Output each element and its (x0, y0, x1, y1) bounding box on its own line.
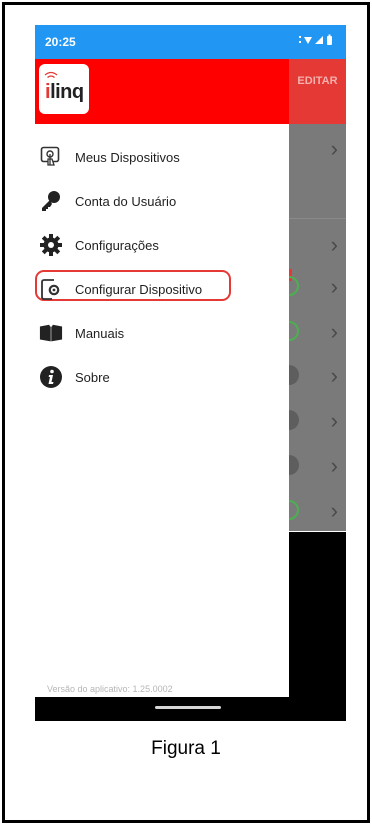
home-gesture-handle[interactable] (155, 706, 221, 709)
menu-item-sobre[interactable]: Sobre (35, 355, 289, 399)
menu-item-configuracoes[interactable]: Configurações (35, 223, 289, 267)
background-header (289, 59, 346, 124)
gear-icon (39, 233, 63, 257)
menu-label: Configurar Dispositivo (75, 281, 203, 297)
status-time: 20:25 (45, 35, 76, 49)
device-settings-icon (39, 277, 63, 301)
wifi-icon (44, 71, 58, 79)
menu-label: Meus Dispositivos (75, 149, 180, 165)
chevron-right-icon: › (330, 453, 338, 478)
menu-item-manuais[interactable]: Manuais (35, 311, 289, 355)
chevron-right-icon: › (330, 136, 338, 161)
figure-caption: Figura 1 (151, 738, 221, 759)
edit-button[interactable]: EDITAR (289, 75, 346, 87)
divider (289, 218, 346, 219)
system-nav-bar (35, 697, 346, 721)
menu-label: Manuais (75, 325, 125, 341)
menu-item-conta-do-usuario[interactable]: Conta do Usuário (35, 179, 289, 223)
app-logo: ilinq (39, 64, 89, 114)
book-icon (39, 321, 63, 345)
phone-screen: EDITAR › › › › › › › › 20:25 ilinq Meus … (35, 25, 346, 721)
background-list: › › › › › › › › (279, 124, 346, 531)
app-version: Versão do aplicativo: 1.25.0002 (47, 684, 173, 694)
menu-label: Sobre (75, 369, 110, 385)
status-icons (298, 34, 334, 49)
menu-item-meus-dispositivos[interactable]: Meus Dispositivos (35, 135, 289, 179)
signal-battery-icon (299, 34, 332, 45)
logo-text: ilinq (45, 81, 84, 103)
chevron-right-icon: › (330, 274, 338, 299)
chevron-right-icon: › (330, 408, 338, 433)
key-icon (39, 189, 63, 213)
navigation-drawer: ilinq Meus Dispositivos Conta do Usuário… (35, 59, 289, 697)
chevron-right-icon: › (330, 498, 338, 523)
menu-label: Configurações (75, 237, 159, 253)
background-app: EDITAR › › › › › › › › (279, 25, 346, 721)
chevron-right-icon: › (330, 363, 338, 388)
info-icon (39, 365, 63, 389)
menu-label: Conta do Usuário (75, 193, 177, 209)
status-bar: 20:25 (35, 25, 346, 59)
menu-item-configurar-dispositivo[interactable]: Configurar Dispositivo (35, 267, 289, 311)
chevron-right-icon: › (330, 232, 338, 257)
divider (289, 531, 346, 532)
chevron-right-icon: › (330, 319, 338, 344)
drawer-menu: Meus Dispositivos Conta do Usuário Confi… (35, 135, 289, 399)
touch-device-icon (39, 145, 63, 169)
drawer-header: ilinq (35, 59, 289, 124)
